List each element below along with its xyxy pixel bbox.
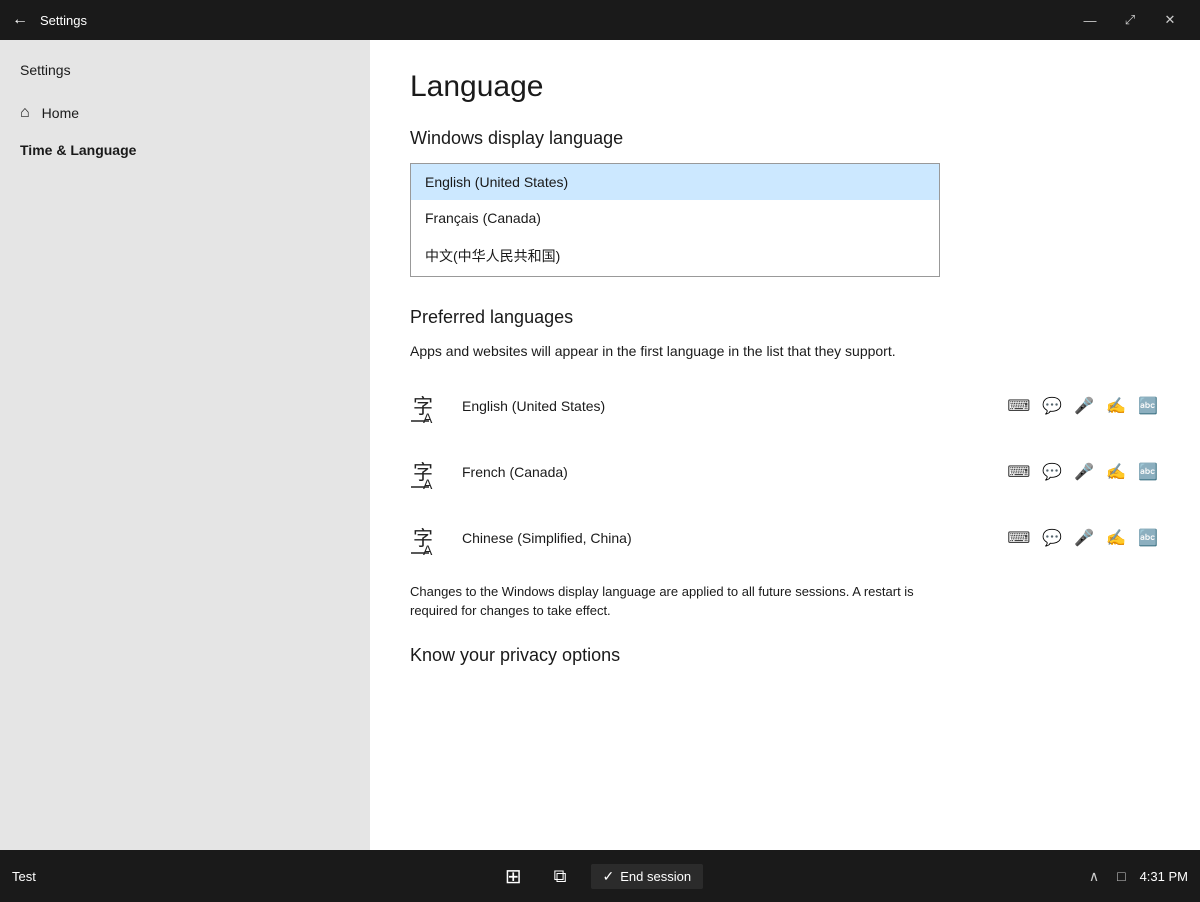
close-button[interactable]: ✕ bbox=[1152, 4, 1188, 36]
window-controls: — ⤢ ✕ bbox=[1072, 4, 1188, 36]
lang-actions-french: ⌨ 💬 🎤 ✍ 🔤 bbox=[1005, 460, 1160, 484]
handwriting-icon-english[interactable]: ✍ bbox=[1104, 394, 1128, 418]
taskbar: Test ⊞ ⧉ ✓ End session ∧ □ 4:31 PM bbox=[0, 850, 1200, 902]
end-session-button[interactable]: ✓ End session bbox=[591, 864, 704, 889]
taskbar-left: Test bbox=[12, 869, 132, 884]
minimize-button[interactable]: — bbox=[1072, 4, 1108, 36]
sidebar-heading: Settings bbox=[0, 52, 370, 94]
maximize-button[interactable]: ⤢ bbox=[1112, 4, 1148, 36]
lang-actions-english: ⌨ 💬 🎤 ✍ 🔤 bbox=[1005, 394, 1160, 418]
handwriting-icon-chinese[interactable]: ✍ bbox=[1104, 526, 1128, 550]
speech-icon-english[interactable]: 💬 bbox=[1040, 394, 1064, 418]
lang-name-english: English (United States) bbox=[462, 398, 993, 414]
ocr-icon-french[interactable]: 🔤 bbox=[1136, 460, 1160, 484]
ocr-icon-chinese[interactable]: 🔤 bbox=[1136, 526, 1160, 550]
display-language-title: Windows display language bbox=[410, 128, 1160, 149]
chevron-up-icon[interactable]: ∧ bbox=[1085, 864, 1103, 889]
lang-name-french: French (Canada) bbox=[462, 464, 993, 480]
ocr-icon-english[interactable]: 🔤 bbox=[1136, 394, 1160, 418]
notification-icon[interactable]: □ bbox=[1113, 864, 1129, 888]
sidebar-home-label: Home bbox=[42, 105, 79, 121]
sidebar: Settings ⌂ Home Time & Language bbox=[0, 40, 370, 850]
preferred-languages-title: Preferred languages bbox=[410, 307, 1160, 328]
svg-text:A: A bbox=[423, 410, 433, 425]
lang-actions-chinese: ⌨ 💬 🎤 ✍ 🔤 bbox=[1005, 526, 1160, 550]
close-icon: ✕ bbox=[1165, 12, 1176, 28]
privacy-section-title: Know your privacy options bbox=[410, 645, 1160, 666]
lang-icon-english: 字 A bbox=[410, 386, 450, 426]
page-title: Language bbox=[410, 70, 1160, 104]
maximize-icon: ⤢ bbox=[1125, 12, 1135, 28]
lang-list-item-chinese: 字 A Chinese (Simplified, China) ⌨ 💬 🎤 ✍ … bbox=[410, 510, 1160, 566]
back-button[interactable]: ← bbox=[12, 11, 28, 29]
lang-icon-chinese: 字 A bbox=[410, 518, 450, 558]
display-language-note: Changes to the Windows display language … bbox=[410, 582, 950, 621]
sidebar-item-home[interactable]: ⌂ Home bbox=[0, 94, 370, 132]
mic-icon-chinese[interactable]: 🎤 bbox=[1072, 526, 1096, 550]
home-icon: ⌂ bbox=[20, 104, 30, 122]
system-time: 4:31 PM bbox=[1140, 869, 1188, 884]
keyboard-icon-english[interactable]: ⌨ bbox=[1005, 394, 1032, 418]
taskbar-app-label: Test bbox=[12, 869, 36, 884]
language-dropdown[interactable]: English (United States) Français (Canada… bbox=[410, 163, 940, 277]
start-button[interactable]: ⊞ bbox=[497, 860, 530, 893]
minimize-icon: — bbox=[1084, 13, 1097, 28]
sidebar-item-time-language[interactable]: Time & Language bbox=[0, 132, 370, 168]
preferred-subtitle: Apps and websites will appear in the fir… bbox=[410, 342, 1160, 362]
svg-text:A: A bbox=[423, 476, 433, 491]
taskbar-center: ⊞ ⧉ ✓ End session bbox=[132, 860, 1068, 893]
task-view-button[interactable]: ⧉ bbox=[546, 862, 575, 891]
speech-icon-french[interactable]: 💬 bbox=[1040, 460, 1064, 484]
speech-icon-chinese[interactable]: 💬 bbox=[1040, 526, 1064, 550]
window-title: Settings bbox=[40, 13, 1072, 28]
session-check-icon: ✓ bbox=[603, 868, 615, 885]
mic-icon-english[interactable]: 🎤 bbox=[1072, 394, 1096, 418]
lang-list-item-french: 字 A French (Canada) ⌨ 💬 🎤 ✍ 🔤 bbox=[410, 444, 1160, 500]
end-session-label: End session bbox=[620, 869, 691, 884]
lang-name-chinese: Chinese (Simplified, China) bbox=[462, 530, 993, 546]
title-bar: ← Settings — ⤢ ✕ bbox=[0, 0, 1200, 40]
lang-list-item-english: 字 A English (United States) ⌨ 💬 🎤 ✍ 🔤 bbox=[410, 378, 1160, 434]
lang-option-chinese[interactable]: 中文(中华人民共和国) bbox=[411, 236, 939, 276]
mic-icon-french[interactable]: 🎤 bbox=[1072, 460, 1096, 484]
app-body: Settings ⌂ Home Time & Language Language… bbox=[0, 40, 1200, 850]
keyboard-icon-chinese[interactable]: ⌨ bbox=[1005, 526, 1032, 550]
handwriting-icon-french[interactable]: ✍ bbox=[1104, 460, 1128, 484]
taskbar-right: ∧ □ 4:31 PM bbox=[1068, 864, 1188, 889]
main-content: Language Windows display language Englis… bbox=[370, 40, 1200, 850]
lang-option-english[interactable]: English (United States) bbox=[411, 164, 939, 200]
keyboard-icon-french[interactable]: ⌨ bbox=[1005, 460, 1032, 484]
lang-option-french[interactable]: Français (Canada) bbox=[411, 200, 939, 236]
sidebar-time-language-label: Time & Language bbox=[20, 142, 136, 158]
svg-text:A: A bbox=[423, 542, 433, 557]
lang-icon-french: 字 A bbox=[410, 452, 450, 492]
